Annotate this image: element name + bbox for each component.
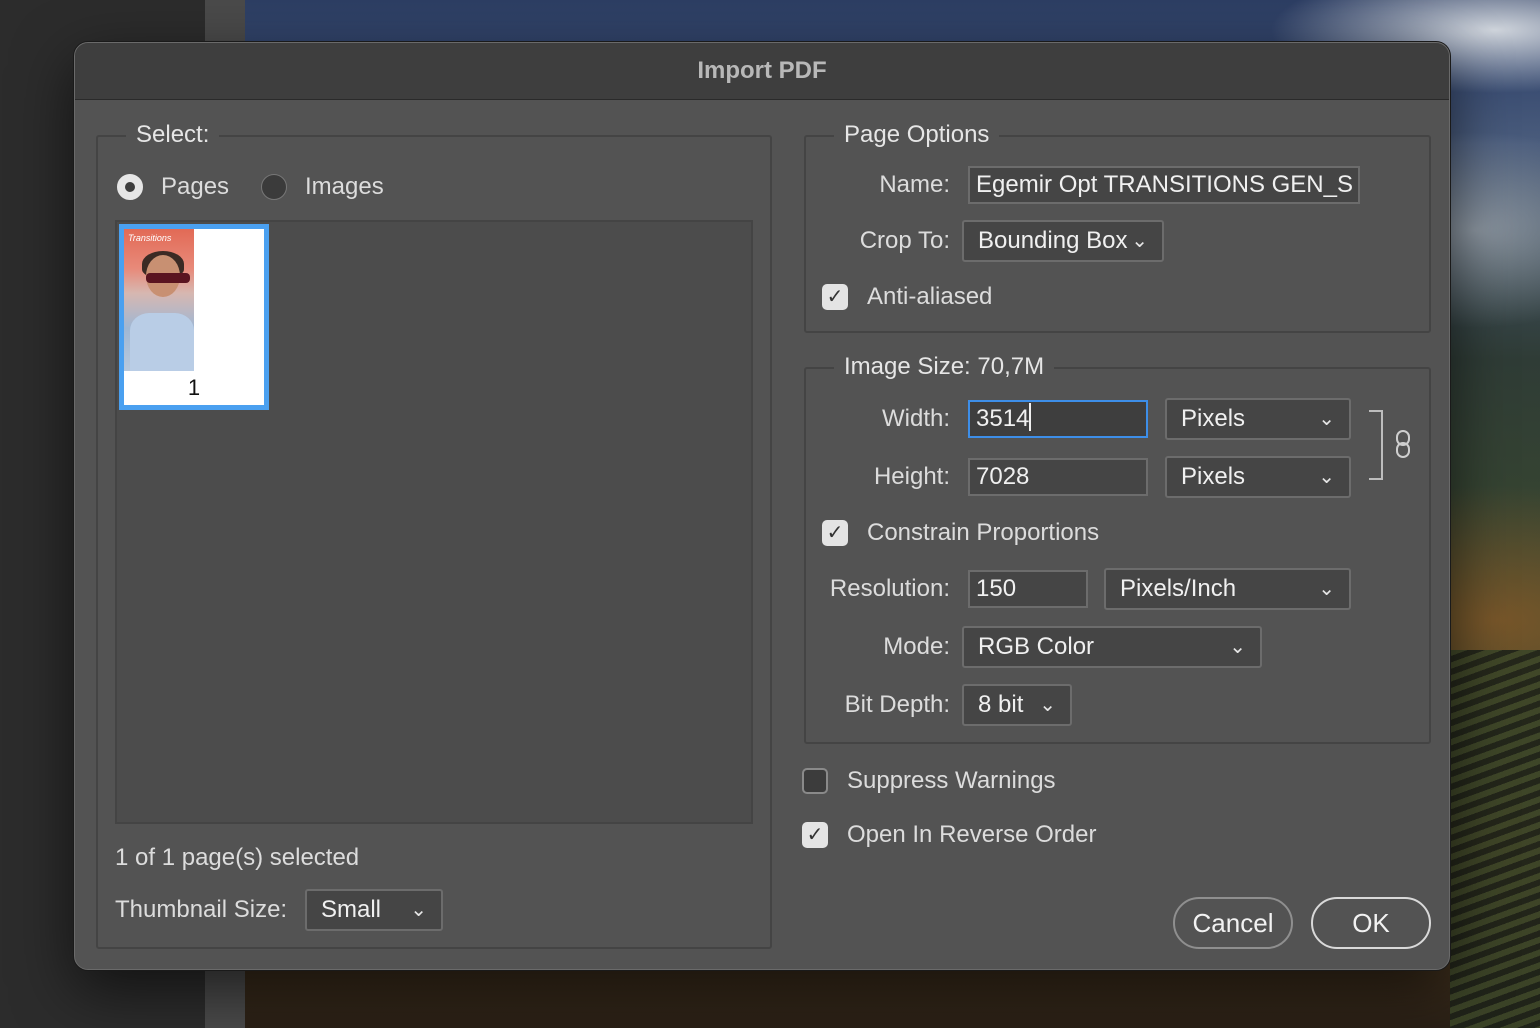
thumbnail-size-value: Small [321,896,382,923]
anti-aliased-checkbox[interactable]: ✓ [822,284,848,310]
reverse-order-label: Open In Reverse Order [847,821,1097,848]
chevron-down-icon: ⌄ [1318,466,1335,488]
constrain-proportions-label: Constrain Proportions [867,519,1100,546]
ok-button[interactable]: OK [1311,897,1431,949]
import-pdf-dialog: Import PDF Select: Pages Images Transiti… [74,42,1450,970]
selection-status: 1 of 1 page(s) selected [115,844,360,871]
height-label: Height: [873,463,950,490]
bit-depth-value: 8 bit [978,691,1024,718]
crop-to-select[interactable]: Bounding Box ⌄ [962,220,1164,262]
thumbnail-area[interactable]: Transitions 1 [115,220,753,824]
mode-select[interactable]: RGB Color ⌄ [962,626,1262,668]
width-field[interactable]: 3514 [968,400,1148,438]
image-size-group: Image Size: 70,7M Width: 3514 Pixels ⌄ H… [804,350,1431,744]
chevron-down-icon: ⌄ [410,899,427,921]
anti-aliased-option[interactable]: ✓ Anti-aliased [822,282,992,312]
link-bracket [1369,410,1383,480]
resolution-label: Resolution: [829,575,950,602]
select-group: Select: Pages Images Transitions 1 1 of … [96,118,772,949]
suppress-warnings-label: Suppress Warnings [847,767,1056,794]
height-field[interactable]: 7028 [968,458,1148,496]
background-vineyard [1450,650,1540,1028]
mode-label: Mode: [883,633,950,660]
resolution-unit-value: Pixels/Inch [1120,575,1237,602]
radio-pages-label: Pages [161,173,230,200]
width-label: Width: [881,405,950,432]
background-photo-bottom [245,960,1450,1028]
page-thumbnail[interactable]: Transitions 1 [119,224,269,410]
reverse-order-checkbox[interactable]: ✓ [802,822,828,848]
select-legend: Select: [126,118,220,152]
suppress-warnings-option[interactable]: Suppress Warnings [802,766,1056,796]
name-field[interactable]: Egemir Opt TRANSITIONS GEN_S [968,166,1360,204]
page-number: 1 [187,375,201,400]
cover-brand-text: Transitions [128,233,172,243]
radio-images-label: Images [305,173,384,200]
page-options-group: Page Options Name: Egemir Opt TRANSITION… [804,118,1431,333]
chevron-down-icon: ⌄ [1131,230,1148,252]
bit-depth-select[interactable]: 8 bit ⌄ [962,684,1072,726]
chevron-down-icon: ⌄ [1229,636,1246,658]
thumbnail-size-label: Thumbnail Size: [115,896,288,923]
radio-pages[interactable]: Pages [117,172,229,202]
height-unit-select[interactable]: Pixels ⌄ [1165,456,1351,498]
resolution-field[interactable]: 150 [968,570,1088,608]
radio-pages-indicator[interactable] [117,174,143,200]
crop-to-value: Bounding Box [978,227,1128,254]
chevron-down-icon: ⌄ [1318,578,1335,600]
width-unit-value: Pixels [1181,405,1246,432]
dialog-titlebar[interactable]: Import PDF [75,43,1449,100]
chevron-down-icon: ⌄ [1318,408,1335,430]
page-options-legend: Page Options [834,118,1000,152]
reverse-order-option[interactable]: ✓ Open In Reverse Order [802,820,1096,850]
resolution-unit-select[interactable]: Pixels/Inch ⌄ [1104,568,1351,610]
text-caret [1029,403,1032,431]
constrain-proportions-checkbox[interactable]: ✓ [822,520,848,546]
chevron-down-icon: ⌄ [1039,694,1056,716]
mode-value: RGB Color [978,633,1095,660]
cancel-button[interactable]: Cancel [1173,897,1293,949]
constrain-proportions-option[interactable]: ✓ Constrain Proportions [822,518,1099,548]
radio-images-indicator[interactable] [261,174,287,200]
dialog-title: Import PDF [697,57,827,84]
anti-aliased-label: Anti-aliased [867,283,993,310]
suppress-warnings-checkbox[interactable] [802,768,828,794]
link-icon[interactable] [1395,429,1411,459]
width-unit-select[interactable]: Pixels ⌄ [1165,398,1351,440]
radio-images[interactable]: Images [261,172,384,202]
image-size-legend: Image Size: 70,7M [834,350,1055,384]
page-cover-image: Transitions [124,229,194,371]
width-value: 3514 [976,405,1030,432]
crop-to-label: Crop To: [859,227,950,254]
thumbnail-size-select[interactable]: Small ⌄ [305,889,443,931]
name-label: Name: [879,171,950,198]
bit-depth-label: Bit Depth: [844,691,950,718]
height-unit-value: Pixels [1181,463,1246,490]
